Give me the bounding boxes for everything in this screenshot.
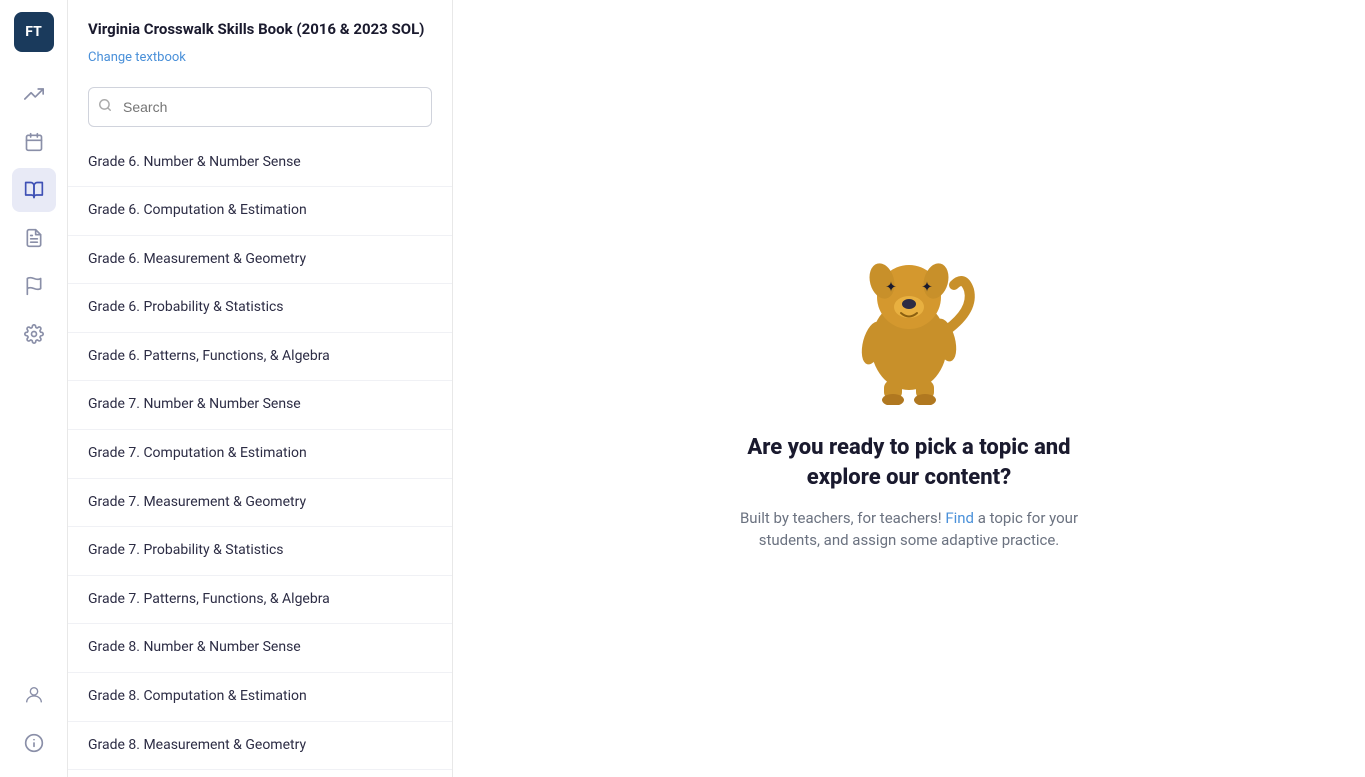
main-content: ✦ ✦ Are you ready to pick a topic and ex… — [453, 0, 1365, 777]
sidebar-item-g6-number[interactable]: Grade 6. Number & Number Sense — [68, 139, 452, 188]
sidebar-item-g6-patterns[interactable]: Grade 6. Patterns, Functions, & Algebra — [68, 333, 452, 382]
calendar-icon[interactable] — [12, 120, 56, 164]
svg-text:✦: ✦ — [921, 280, 933, 296]
sidebar-title: Virginia Crosswalk Skills Book (2016 & 2… — [88, 20, 432, 40]
flag-icon[interactable] — [12, 264, 56, 308]
search-input[interactable] — [88, 87, 432, 127]
sidebar: Virginia Crosswalk Skills Book (2016 & 2… — [68, 0, 453, 777]
empty-state-title: Are you ready to pick a topic and explor… — [719, 433, 1099, 492]
analytics-icon[interactable] — [12, 72, 56, 116]
icon-bar-top: FT — [12, 12, 56, 669]
find-topic-link[interactable]: Find — [945, 509, 974, 527]
sidebar-item-g8-computation[interactable]: Grade 8. Computation & Estimation — [68, 673, 452, 722]
sidebar-item-g7-number[interactable]: Grade 7. Number & Number Sense — [68, 381, 452, 430]
empty-state: ✦ ✦ Are you ready to pick a topic and ex… — [699, 205, 1119, 571]
sidebar-item-g8-number[interactable]: Grade 8. Number & Number Sense — [68, 624, 452, 673]
sidebar-item-g7-computation[interactable]: Grade 7. Computation & Estimation — [68, 430, 452, 479]
sidebar-item-g6-measurement[interactable]: Grade 6. Measurement & Geometry — [68, 236, 452, 285]
document-icon[interactable] — [12, 216, 56, 260]
search-icon — [98, 98, 112, 116]
sidebar-item-g7-measurement[interactable]: Grade 7. Measurement & Geometry — [68, 479, 452, 528]
svg-text:✦: ✦ — [885, 280, 897, 296]
change-textbook-link[interactable]: Change textbook — [88, 50, 186, 65]
sidebar-item-g7-probability[interactable]: Grade 7. Probability & Statistics — [68, 527, 452, 576]
sidebar-item-g6-probability[interactable]: Grade 6. Probability & Statistics — [68, 284, 452, 333]
empty-state-subtitle: Built by teachers, for teachers! Find a … — [719, 507, 1099, 552]
user-avatar[interactable] — [12, 673, 56, 717]
icon-bar: FT — [0, 0, 68, 777]
sidebar-item-g6-computation[interactable]: Grade 6. Computation & Estimation — [68, 187, 452, 236]
sidebar-item-g7-patterns[interactable]: Grade 7. Patterns, Functions, & Algebra — [68, 576, 452, 625]
books-icon[interactable] — [12, 168, 56, 212]
search-container — [88, 87, 432, 127]
app-logo[interactable]: FT — [14, 12, 54, 52]
help-icon[interactable] — [12, 721, 56, 765]
sidebar-item-g8-measurement[interactable]: Grade 8. Measurement & Geometry — [68, 722, 452, 771]
icon-bar-bottom — [12, 673, 56, 765]
sidebar-list: Grade 6. Number & Number SenseGrade 6. C… — [68, 139, 452, 777]
settings-icon[interactable] — [12, 312, 56, 356]
sidebar-header: Virginia Crosswalk Skills Book (2016 & 2… — [68, 0, 452, 77]
dog-illustration: ✦ ✦ — [829, 225, 989, 405]
